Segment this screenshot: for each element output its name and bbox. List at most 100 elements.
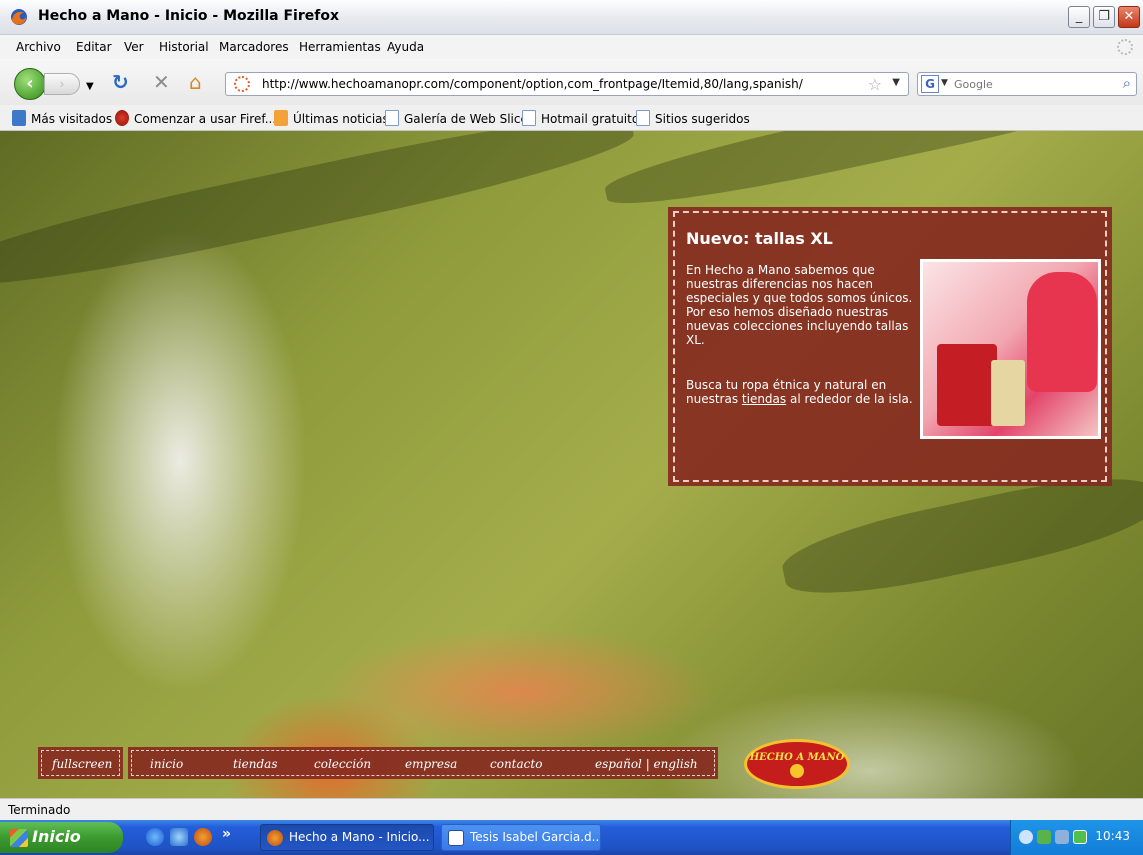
rss-icon	[274, 110, 288, 126]
forward-button[interactable]: ›	[44, 73, 80, 95]
promo-text: al rededor de la isla.	[786, 392, 913, 406]
firefox-icon	[267, 830, 283, 846]
tray-toggle-icon[interactable]	[1019, 830, 1033, 844]
tree-shadow	[600, 131, 1143, 219]
page-icon	[522, 110, 536, 126]
restore-button[interactable]: ❐	[1093, 6, 1115, 28]
close-button[interactable]: ✕	[1118, 6, 1140, 28]
hecho-a-mano-logo[interactable]: HECHO A MANO	[744, 739, 850, 789]
bookmark-mas-visitados[interactable]: Más visitados	[12, 110, 112, 126]
nav-contacto[interactable]: contacto	[490, 757, 542, 771]
address-dropdown-icon[interactable]: ▼	[892, 77, 900, 88]
google-icon[interactable]: G	[921, 75, 939, 93]
menu-marcadores[interactable]: Marcadores	[219, 40, 289, 54]
page-content: Nuevo: tallas XL En Hecho a Mano sabemos…	[0, 131, 1143, 798]
bookmarks-toolbar: Más visitados Comenzar a usar Firef... Ú…	[0, 105, 1143, 131]
nav-empresa[interactable]: empresa	[405, 757, 457, 771]
start-button[interactable]: Inicio	[0, 822, 123, 853]
start-label: Inicio	[32, 827, 81, 846]
status-text: Terminado	[8, 803, 71, 817]
address-url[interactable]: http://www.hechoamanopr.com/component/op…	[262, 77, 803, 91]
firefox-icon[interactable]	[194, 828, 212, 846]
search-box[interactable]: G ▼ ⌕	[917, 72, 1137, 96]
star-icon[interactable]: ☆	[868, 75, 882, 94]
language-switch[interactable]: español | english	[595, 757, 698, 771]
task-label: Tesis Isabel Garcia.d...	[470, 830, 601, 844]
antivirus-icon[interactable]	[1037, 830, 1051, 844]
windows-flag-icon	[10, 829, 28, 847]
stop-icon[interactable]: ✕	[153, 71, 170, 93]
fullscreen-label: fullscreen	[52, 757, 113, 771]
menu-editar[interactable]: Editar	[76, 40, 112, 54]
menu-historial[interactable]: Historial	[159, 40, 209, 54]
smart-folder-icon	[12, 110, 26, 126]
menu-ver[interactable]: Ver	[124, 40, 144, 54]
search-engine-dropdown-icon[interactable]: ▼	[941, 78, 948, 88]
bookmark-label: Sitios sugeridos	[655, 112, 750, 126]
bookmark-label: Más visitados	[31, 112, 113, 126]
bookmark-label: Galería de Web Slice	[404, 112, 528, 126]
clock: 10:43	[1095, 829, 1130, 843]
site-favicon-icon	[234, 76, 250, 92]
bookmark-label: Comenzar a usar Firef...	[134, 112, 277, 126]
bookmark-galeria[interactable]: Galería de Web Slice	[385, 110, 528, 126]
bookmark-comenzar[interactable]: Comenzar a usar Firef...	[115, 110, 276, 126]
system-tray: 10:43	[1010, 820, 1143, 855]
minimize-button[interactable]: _	[1068, 6, 1090, 28]
task-firefox[interactable]: Hecho a Mano - Inicio...	[260, 824, 434, 851]
stores-link[interactable]: tiendas	[742, 392, 786, 406]
fullscreen-button[interactable]: fullscreen	[38, 747, 123, 779]
promo-paragraph: En Hecho a Mano sabemos que nuestras dif…	[686, 263, 913, 347]
task-word-document[interactable]: Tesis Isabel Garcia.d...	[441, 824, 601, 851]
sun-icon	[790, 764, 804, 778]
address-bar[interactable]: http://www.hechoamanopr.com/component/op…	[225, 72, 909, 96]
nav-inicio[interactable]: inicio	[150, 757, 183, 771]
bookmark-sitios-sugeridos[interactable]: Sitios sugeridos	[636, 110, 750, 126]
beige-bag-shape	[991, 360, 1025, 426]
logo-text: HECHO A MANO	[749, 752, 845, 763]
page-icon	[636, 110, 650, 126]
menu-ayuda[interactable]: Ayuda	[387, 40, 424, 54]
show-desktop-icon[interactable]	[170, 828, 188, 846]
promo-paragraph-stores: Busca tu ropa étnica y natural en nuestr…	[686, 378, 916, 406]
update-icon[interactable]	[1073, 830, 1087, 844]
nav-tiendas[interactable]: tiendas	[233, 757, 277, 771]
task-label: Hecho a Mano - Inicio...	[289, 830, 430, 844]
bookmark-ultimas-noticias[interactable]: Últimas noticias	[274, 110, 389, 126]
page-icon	[385, 110, 399, 126]
window-titlebar: Hecho a Mano - Inicio - Mozilla Firefox …	[0, 0, 1143, 35]
promo-heading: Nuevo: tallas XL	[686, 229, 833, 248]
promo-box: Nuevo: tallas XL En Hecho a Mano sabemos…	[668, 207, 1112, 486]
history-dropdown-icon[interactable]: ▼	[86, 76, 94, 98]
bookmark-label: Últimas noticias	[293, 112, 389, 126]
windows-taskbar: Inicio » Hecho a Mano - Inicio... Tesis …	[0, 820, 1143, 855]
forward-arrow-icon: ›	[59, 77, 65, 91]
network-icon[interactable]	[1055, 830, 1069, 844]
nav-coleccion[interactable]: colección	[314, 757, 371, 771]
navigation-toolbar: ‹ › ▼ ↻ ✕ ⌂ http://www.hechoamanopr.com/…	[0, 59, 1143, 105]
internet-explorer-icon[interactable]	[146, 828, 164, 846]
reload-icon[interactable]: ↻	[112, 71, 129, 93]
menu-bar: Archivo Editar Ver Historial Marcadores …	[0, 35, 1143, 59]
promo-image	[920, 259, 1101, 439]
menu-herramientas[interactable]: Herramientas	[299, 40, 381, 54]
search-icon[interactable]: ⌕	[1123, 74, 1131, 92]
quicklaunch-more-button[interactable]: »	[222, 826, 231, 842]
search-input[interactable]	[954, 75, 1104, 93]
red-bag-shape	[937, 344, 997, 426]
firefox-bookmark-icon	[115, 110, 129, 126]
back-button[interactable]: ‹	[14, 68, 46, 100]
menu-archivo[interactable]: Archivo	[16, 40, 61, 54]
bookmark-label: Hotmail gratuito	[541, 112, 640, 126]
throbber-icon	[1117, 39, 1133, 55]
word-document-icon	[448, 830, 464, 846]
firefox-icon	[11, 9, 27, 25]
window-title: Hecho a Mano - Inicio - Mozilla Firefox	[38, 8, 339, 24]
status-bar: Terminado	[0, 798, 1143, 820]
bookmark-hotmail[interactable]: Hotmail gratuito	[522, 110, 639, 126]
tree-shadow	[0, 131, 639, 304]
site-navigation: inicio tiendas colección empresa contact…	[128, 747, 718, 779]
dress-shape	[1027, 272, 1097, 392]
back-arrow-icon: ‹	[26, 73, 34, 94]
home-icon[interactable]: ⌂	[189, 71, 202, 93]
